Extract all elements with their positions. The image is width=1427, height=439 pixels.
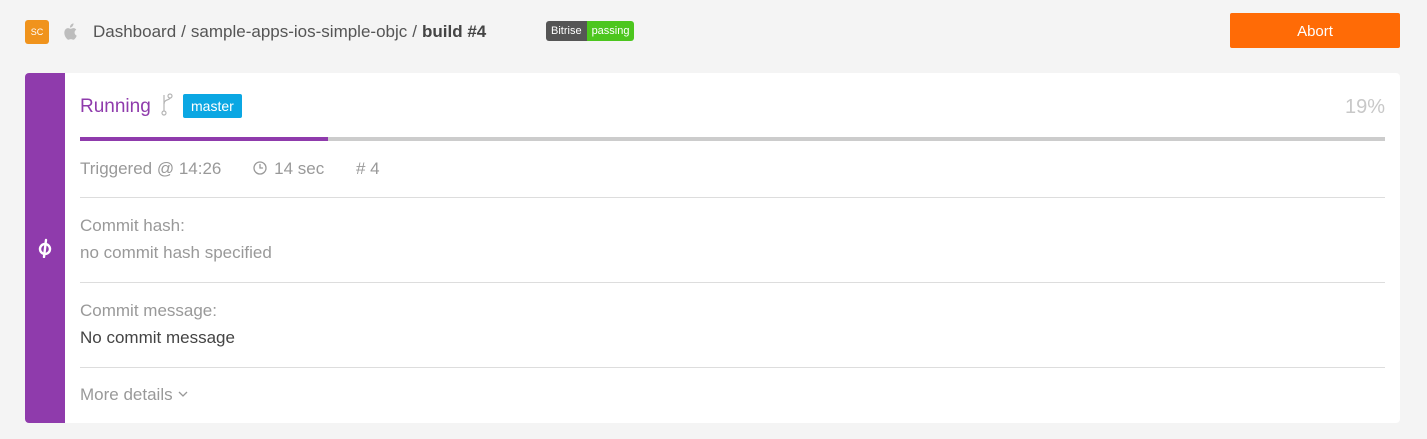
clock-icon <box>253 161 267 175</box>
progress-bar-fill <box>80 137 328 141</box>
abort-button[interactable]: Abort <box>1230 13 1400 48</box>
status-badge[interactable]: Bitrise passing <box>546 21 635 41</box>
breadcrumb-separator: / <box>181 22 186 41</box>
build-status-strip <box>25 73 65 423</box>
progress-bar <box>80 137 1385 141</box>
breadcrumb-dashboard-link[interactable]: Dashboard <box>93 22 176 41</box>
branch-tag[interactable]: master <box>183 94 242 118</box>
build-duration: 14 sec <box>253 158 324 180</box>
chevron-down-icon <box>178 391 188 397</box>
commit-message-label: Commit message: <box>80 301 217 320</box>
breadcrumb-separator: / <box>412 22 417 41</box>
triggered-time: Triggered @ 14:26 <box>80 159 222 178</box>
divider <box>80 367 1385 368</box>
build-number: # 4 <box>355 159 380 178</box>
commit-hash-value: no commit hash specified <box>80 243 272 262</box>
more-details-toggle[interactable]: More details <box>80 384 188 406</box>
build-card: Running master 19% Triggered @ 14:26 14 … <box>25 73 1400 423</box>
apple-icon <box>64 23 77 40</box>
app-avatar[interactable]: SC <box>25 20 49 44</box>
more-details-label: More details <box>80 385 173 404</box>
breadcrumb: Dashboard / sample-apps-ios-simple-objc / bu… <box>93 20 486 44</box>
build-meta: Triggered @ 14:26 14 sec # 4 <box>80 158 380 180</box>
build-details: Running master 19% Triggered @ 14:26 14 … <box>80 73 1385 423</box>
branch-icon <box>161 93 173 116</box>
divider <box>80 197 1385 198</box>
progress-percent: 19% <box>1344 96 1385 118</box>
divider <box>80 282 1385 283</box>
page-header: SC Dashboard / sample-apps-ios-simple-objc… <box>0 0 1427 64</box>
breadcrumb-app-link[interactable]: sample-apps-ios-simple-objc <box>191 22 407 41</box>
commit-icon <box>38 238 52 258</box>
status-row: Running master 19% <box>80 93 1385 121</box>
commit-message-value: No commit message <box>80 328 235 347</box>
build-status-text: Running <box>80 96 151 117</box>
badge-state: passing <box>586 21 635 41</box>
badge-name: Bitrise <box>546 21 587 41</box>
build-duration-text: 14 sec <box>274 159 325 178</box>
breadcrumb-current-build: build #4 <box>422 22 487 41</box>
commit-hash-label: Commit hash: <box>80 216 185 235</box>
